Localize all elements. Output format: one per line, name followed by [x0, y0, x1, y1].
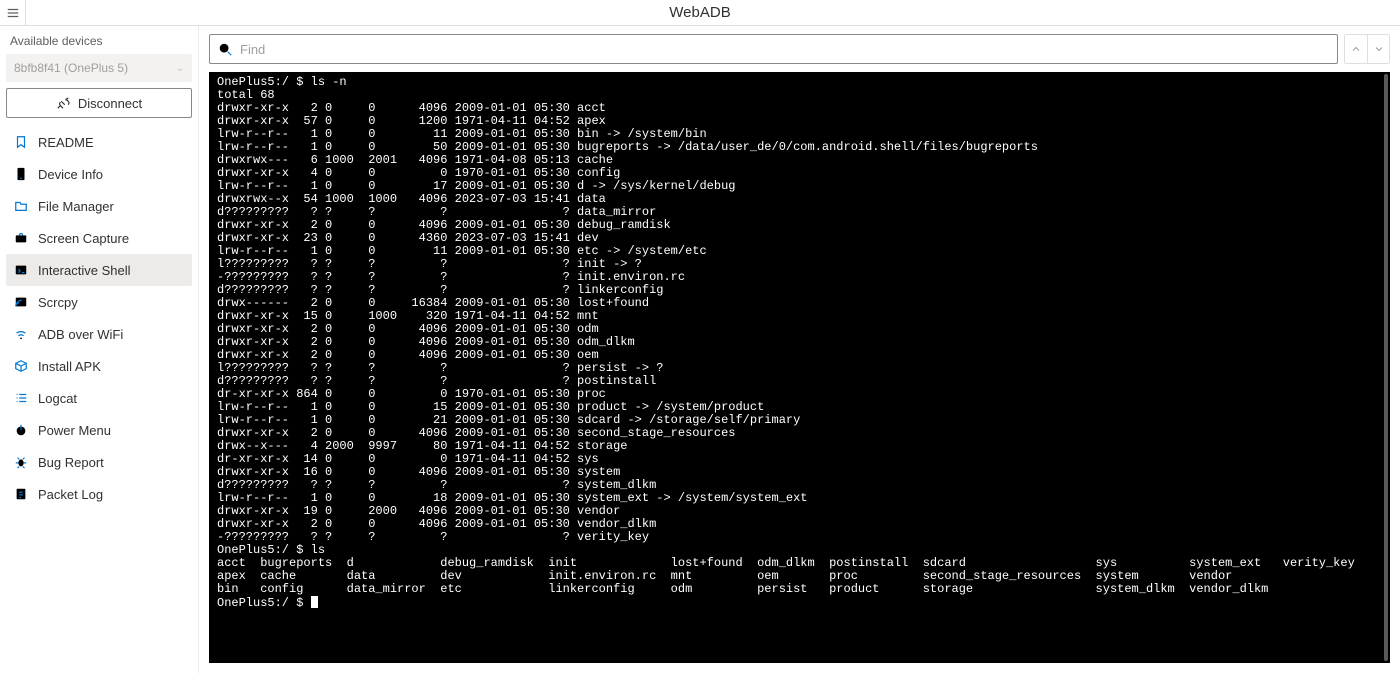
find-next-button[interactable] — [1367, 35, 1389, 63]
sidebar-item-interactive-shell[interactable]: Interactive Shell — [6, 254, 192, 286]
bug-icon — [14, 455, 28, 469]
sidebar-item-label: Install APK — [38, 359, 101, 374]
sidebar-item-label: Logcat — [38, 391, 77, 406]
sidebar-nav: README Device Info File Manager Screen Capt… — [6, 126, 192, 510]
terminal-cursor — [311, 596, 318, 608]
sidebar-item-label: File Manager — [38, 199, 114, 214]
sidebar-item-adb-over-wifi[interactable]: ADB over WiFi — [6, 318, 192, 350]
menu-icon — [6, 6, 20, 20]
terminal-scrollbar[interactable] — [1384, 74, 1388, 661]
phone-icon — [14, 167, 28, 181]
scrollbar-thumb[interactable] — [1384, 74, 1388, 661]
sidebar-item-scrcpy[interactable]: Scrcpy — [6, 286, 192, 318]
chevron-down-icon — [1373, 43, 1385, 55]
device-selector[interactable]: 8bfb8f41 (OnePlus 5) ⌄ — [6, 54, 192, 82]
sidebar-item-packet-log[interactable]: Packet Log — [6, 478, 192, 510]
cast-icon — [14, 295, 28, 309]
sidebar-item-label: Power Menu — [38, 423, 111, 438]
sidebar-item-label: Bug Report — [38, 455, 104, 470]
search-icon — [218, 42, 232, 56]
sidebar-section-label: Available devices — [6, 34, 192, 54]
sidebar-item-device-info[interactable]: Device Info — [6, 158, 192, 190]
plug-disconnected-icon — [56, 96, 70, 110]
disconnect-label: Disconnect — [78, 96, 142, 111]
chevron-up-icon — [1350, 43, 1362, 55]
find-nav — [1344, 34, 1390, 64]
find-prev-button[interactable] — [1345, 35, 1367, 63]
sidebar-item-bug-report[interactable]: Bug Report — [6, 446, 192, 478]
sidebar-item-file-manager[interactable]: File Manager — [6, 190, 192, 222]
list-icon — [14, 391, 28, 405]
sidebar-item-install-apk[interactable]: Install APK — [6, 350, 192, 382]
sidebar-item-logcat[interactable]: Logcat — [6, 382, 192, 414]
sidebar-item-screen-capture[interactable]: Screen Capture — [6, 222, 192, 254]
find-bar — [209, 34, 1390, 64]
sidebar-item-label: Scrcpy — [38, 295, 78, 310]
sidebar-item-label: Screen Capture — [38, 231, 129, 246]
top-bar: WebADB — [0, 0, 1400, 26]
bookmark-icon — [14, 135, 28, 149]
log-icon — [14, 487, 28, 501]
sidebar: Available devices 8bfb8f41 (OnePlus 5) ⌄… — [0, 26, 199, 673]
power-icon — [14, 423, 28, 437]
disconnect-button[interactable]: Disconnect — [6, 88, 192, 118]
wifi-icon — [14, 327, 28, 341]
sidebar-item-power-menu[interactable]: Power Menu — [6, 414, 192, 446]
camera-icon — [14, 231, 28, 245]
terminal-output: OnePlus5:/ $ ls -n total 68 drwxr-xr-x 2… — [217, 75, 1355, 610]
find-input[interactable] — [240, 42, 1329, 57]
chevron-down-icon: ⌄ — [176, 63, 184, 74]
main-panel: OnePlus5:/ $ ls -n total 68 drwxr-xr-x 2… — [199, 26, 1400, 673]
device-selected-label: 8bfb8f41 (OnePlus 5) — [14, 61, 128, 75]
sidebar-item-label: README — [38, 135, 94, 150]
sidebar-item-label: Packet Log — [38, 487, 103, 502]
folder-icon — [14, 199, 28, 213]
find-input-wrap[interactable] — [209, 34, 1338, 64]
sidebar-item-label: Device Info — [38, 167, 103, 182]
package-icon — [14, 359, 28, 373]
hamburger-menu-button[interactable] — [0, 0, 26, 26]
sidebar-item-label: Interactive Shell — [38, 263, 131, 278]
terminal[interactable]: OnePlus5:/ $ ls -n total 68 drwxr-xr-x 2… — [209, 72, 1390, 663]
terminal-icon — [14, 263, 28, 277]
app-title: WebADB — [669, 4, 730, 21]
sidebar-item-label: ADB over WiFi — [38, 327, 123, 342]
sidebar-item-readme[interactable]: README — [6, 126, 192, 158]
